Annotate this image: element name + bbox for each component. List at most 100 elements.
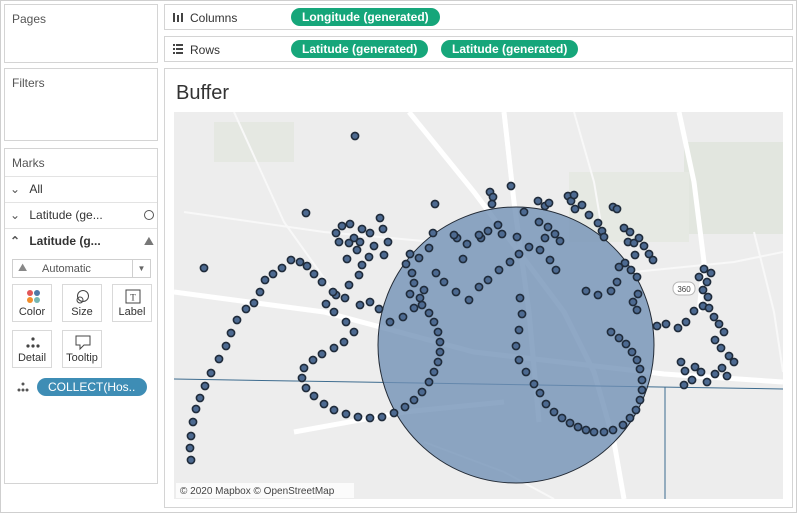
location-point[interactable] <box>555 236 565 246</box>
location-point[interactable] <box>729 357 739 367</box>
location-point[interactable] <box>424 308 434 318</box>
location-point[interactable] <box>632 355 642 365</box>
location-point[interactable] <box>337 221 347 231</box>
location-point[interactable] <box>557 413 567 423</box>
location-point[interactable] <box>648 255 658 265</box>
location-point[interactable] <box>185 443 195 453</box>
location-point[interactable] <box>241 304 251 314</box>
location-point[interactable] <box>569 190 579 200</box>
location-point[interactable] <box>186 455 196 465</box>
location-point[interactable] <box>186 431 196 441</box>
location-point[interactable] <box>487 199 497 209</box>
location-point[interactable] <box>350 131 360 141</box>
location-point[interactable] <box>449 230 459 240</box>
location-point[interactable] <box>429 367 439 377</box>
location-point[interactable] <box>514 249 524 259</box>
location-point[interactable] <box>493 220 503 230</box>
location-point[interactable] <box>277 263 287 273</box>
location-point[interactable] <box>321 299 331 309</box>
location-point[interactable] <box>345 219 355 229</box>
location-point[interactable] <box>679 380 689 390</box>
location-point[interactable] <box>429 317 439 327</box>
location-point[interactable] <box>702 377 712 387</box>
location-point[interactable] <box>545 255 555 265</box>
location-point[interactable] <box>599 232 609 242</box>
detail-button[interactable]: Detail <box>12 330 52 368</box>
location-point[interactable] <box>309 391 319 401</box>
location-point[interactable] <box>365 228 375 238</box>
location-point[interactable] <box>483 226 493 236</box>
location-point[interactable] <box>309 269 319 279</box>
color-button[interactable]: Color <box>12 284 52 322</box>
location-point[interactable] <box>599 427 609 437</box>
location-point[interactable] <box>676 357 686 367</box>
location-point[interactable] <box>584 210 594 220</box>
collect-pill[interactable]: COLLECT(Hos.. <box>37 378 147 396</box>
location-point[interactable] <box>328 287 338 297</box>
location-point[interactable] <box>405 289 415 299</box>
location-point[interactable] <box>689 306 699 316</box>
location-point[interactable] <box>462 239 472 249</box>
marks-layer1-row[interactable]: ⌄ Latitude (ge... <box>10 208 154 222</box>
location-point[interactable] <box>529 379 539 389</box>
location-point[interactable] <box>409 303 419 313</box>
location-point[interactable] <box>378 224 388 234</box>
location-point[interactable] <box>488 192 498 202</box>
rows-pill-latitude-2[interactable]: Latitude (generated) <box>441 40 579 58</box>
location-point[interactable] <box>458 254 468 264</box>
location-point[interactable] <box>589 427 599 437</box>
location-point[interactable] <box>543 222 553 232</box>
location-point[interactable] <box>690 362 700 372</box>
columns-shelf[interactable]: Columns Longitude (generated) <box>164 4 793 30</box>
location-point[interactable] <box>365 413 375 423</box>
location-point[interactable] <box>405 249 415 259</box>
size-button[interactable]: Size <box>62 284 102 322</box>
location-point[interactable] <box>206 368 216 378</box>
location-point[interactable] <box>635 395 645 405</box>
location-point[interactable] <box>714 319 724 329</box>
location-point[interactable] <box>637 385 647 395</box>
location-point[interactable] <box>570 204 580 214</box>
location-point[interactable] <box>339 337 349 347</box>
location-point[interactable] <box>719 327 729 337</box>
location-point[interactable] <box>464 295 474 305</box>
location-point[interactable] <box>524 242 534 252</box>
location-point[interactable] <box>295 257 305 267</box>
location-point[interactable] <box>717 363 727 373</box>
location-point[interactable] <box>540 233 550 243</box>
location-point[interactable] <box>400 402 410 412</box>
location-point[interactable] <box>341 317 351 327</box>
filters-card[interactable]: Filters <box>4 68 158 141</box>
location-point[interactable] <box>632 305 642 315</box>
location-point[interactable] <box>618 420 628 430</box>
location-point[interactable] <box>593 290 603 300</box>
location-point[interactable] <box>329 307 339 317</box>
location-point[interactable] <box>430 199 440 209</box>
location-point[interactable] <box>627 347 637 357</box>
marks-all-row[interactable]: ⌄ All <box>10 182 43 196</box>
location-point[interactable] <box>606 286 616 296</box>
location-point[interactable] <box>331 228 341 238</box>
location-point[interactable] <box>349 327 359 337</box>
location-point[interactable] <box>344 280 354 290</box>
location-point[interactable] <box>494 265 504 275</box>
location-point[interactable] <box>474 282 484 292</box>
location-point[interactable] <box>214 354 224 364</box>
location-point[interactable] <box>357 224 367 234</box>
location-point[interactable] <box>379 250 389 260</box>
location-point[interactable] <box>535 245 545 255</box>
location-point[interactable] <box>652 321 662 331</box>
location-point[interactable] <box>698 285 708 295</box>
location-point[interactable] <box>302 261 312 271</box>
location-point[interactable] <box>541 399 551 409</box>
location-point[interactable] <box>389 408 399 418</box>
location-point[interactable] <box>533 196 543 206</box>
location-point[interactable] <box>515 293 525 303</box>
location-point[interactable] <box>414 253 424 263</box>
location-point[interactable] <box>260 275 270 285</box>
location-point[interactable] <box>286 255 296 265</box>
location-point[interactable] <box>415 293 425 303</box>
location-point[interactable] <box>606 327 616 337</box>
location-point[interactable] <box>342 254 352 264</box>
collect-field-row[interactable]: COLLECT(Hos.. <box>16 378 156 398</box>
